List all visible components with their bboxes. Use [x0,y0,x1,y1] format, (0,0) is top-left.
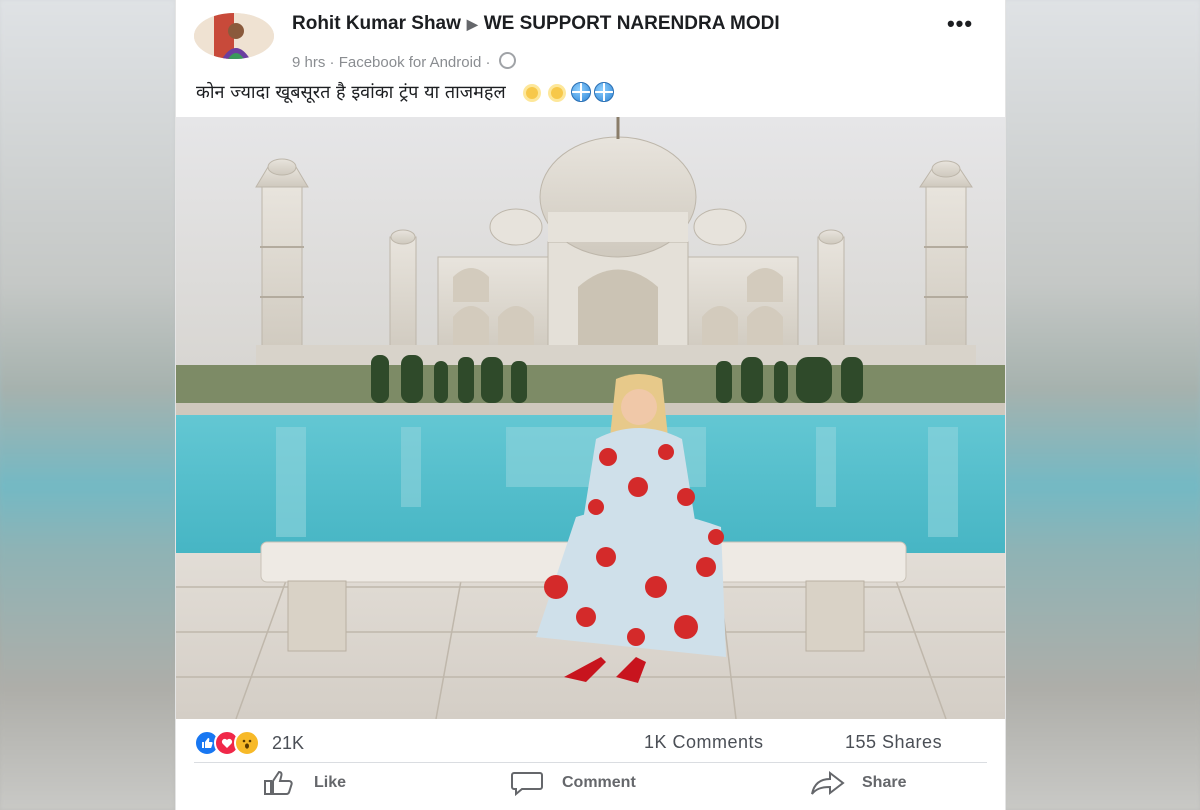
post-meta: 9 hrs · Facebook for Android · [292,52,516,71]
post-photo[interactable] [176,117,1005,719]
more-options-button[interactable]: ••• [942,13,978,36]
divider [194,762,987,763]
background-blur-right [1004,0,1200,810]
thumbs-up-icon [264,770,293,795]
comment-button[interactable]: Comment [510,770,636,796]
facebook-post-card: Rohit Kumar Shaw ▶ WE SUPPORT NARENDRA MOD… [175,0,1006,810]
post-header: Rohit Kumar Shaw ▶ WE SUPPORT NARENDRA MOD… [176,0,1005,112]
shares-count[interactable]: 155 Shares [845,732,942,753]
author-line: Rohit Kumar Shaw ▶ WE SUPPORT NARENDRA MOD… [292,13,932,35]
comments-count[interactable]: 1K Comments [644,732,764,753]
globe-icon [571,82,592,102]
post-source: Facebook for Android [338,54,482,71]
sun-icon [546,82,568,104]
reactions-summary[interactable]: 21K [194,730,304,756]
group-name[interactable]: WE SUPPORT NARENDRA MODI [484,13,780,34]
privacy-globe-icon [498,52,516,69]
avatar[interactable] [194,13,274,59]
like-label: Like [314,774,347,791]
wow-reaction-icon [234,730,260,756]
meta-separator: · [325,54,339,71]
like-button[interactable]: Like [262,770,346,796]
post-caption: कोन ज्यादा खूबसूरत है इवांका ट्रंप या ता… [196,82,506,103]
sun-icon [521,82,543,104]
share-label: Share [862,774,907,791]
arrow-right-icon: ▶ [466,16,478,32]
meta-separator-2: · [481,54,495,71]
post-text: कोन ज्यादा खूबसूरत है इवांका ट्रंप या ता… [196,80,615,104]
reaction-count: 21K [272,732,305,753]
comment-icon [511,772,543,796]
background-blur-left [0,0,175,810]
comment-label: Comment [562,774,636,791]
share-arrow-icon [811,770,845,796]
engagement-stats: 21K 1K Comments 155 Shares [176,726,1005,758]
author-name[interactable]: Rohit Kumar Shaw [292,13,461,34]
emoji-row [521,82,615,104]
post-time[interactable]: 9 hrs [292,54,325,71]
share-button[interactable]: Share [810,770,906,796]
post-actions: Like Comment Share [176,766,1005,802]
globe-icon [594,82,615,102]
